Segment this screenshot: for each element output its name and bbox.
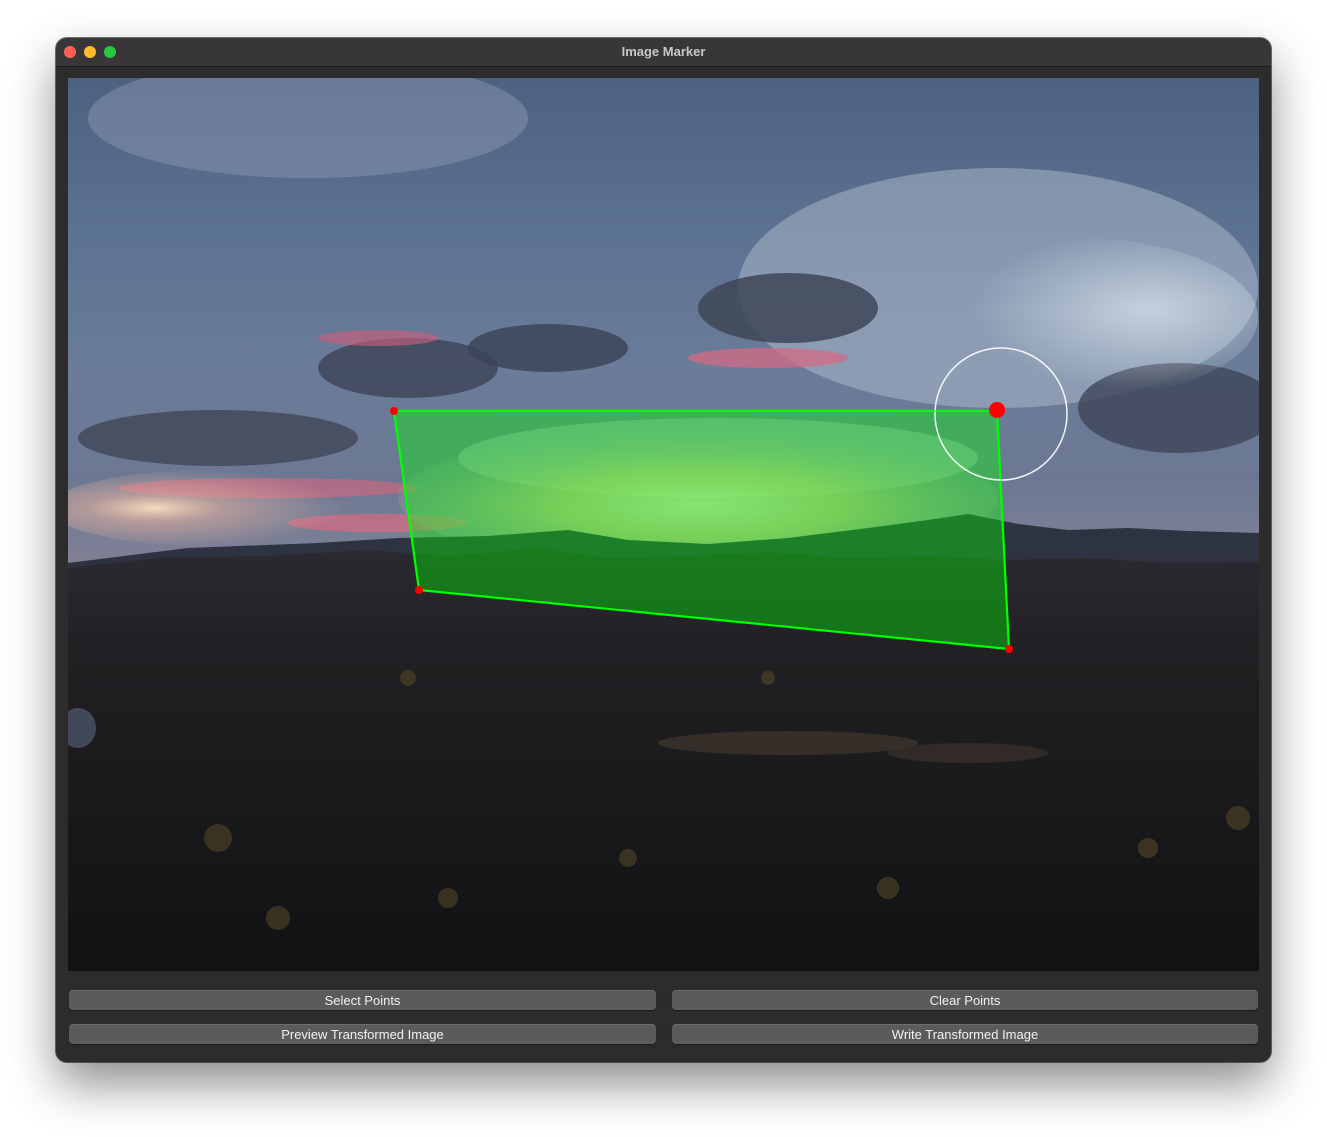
preview-transformed-image-button[interactable]: Preview Transformed Image	[69, 1024, 656, 1044]
point-marker-active[interactable]	[989, 402, 1005, 418]
title-bar: Image Marker	[56, 38, 1271, 67]
write-transformed-image-button[interactable]: Write Transformed Image	[672, 1024, 1258, 1044]
point-marker[interactable]	[390, 407, 398, 415]
image-canvas[interactable]	[68, 78, 1259, 971]
point-marker[interactable]	[415, 586, 423, 594]
point-marker[interactable]	[1005, 645, 1013, 653]
landscape-photo[interactable]	[68, 78, 1259, 971]
app-window: Image Marker Select Points Clear Points …	[56, 38, 1271, 1062]
clear-points-button[interactable]: Clear Points	[672, 990, 1258, 1010]
select-points-button[interactable]: Select Points	[69, 990, 656, 1010]
window-title: Image Marker	[621, 44, 706, 59]
